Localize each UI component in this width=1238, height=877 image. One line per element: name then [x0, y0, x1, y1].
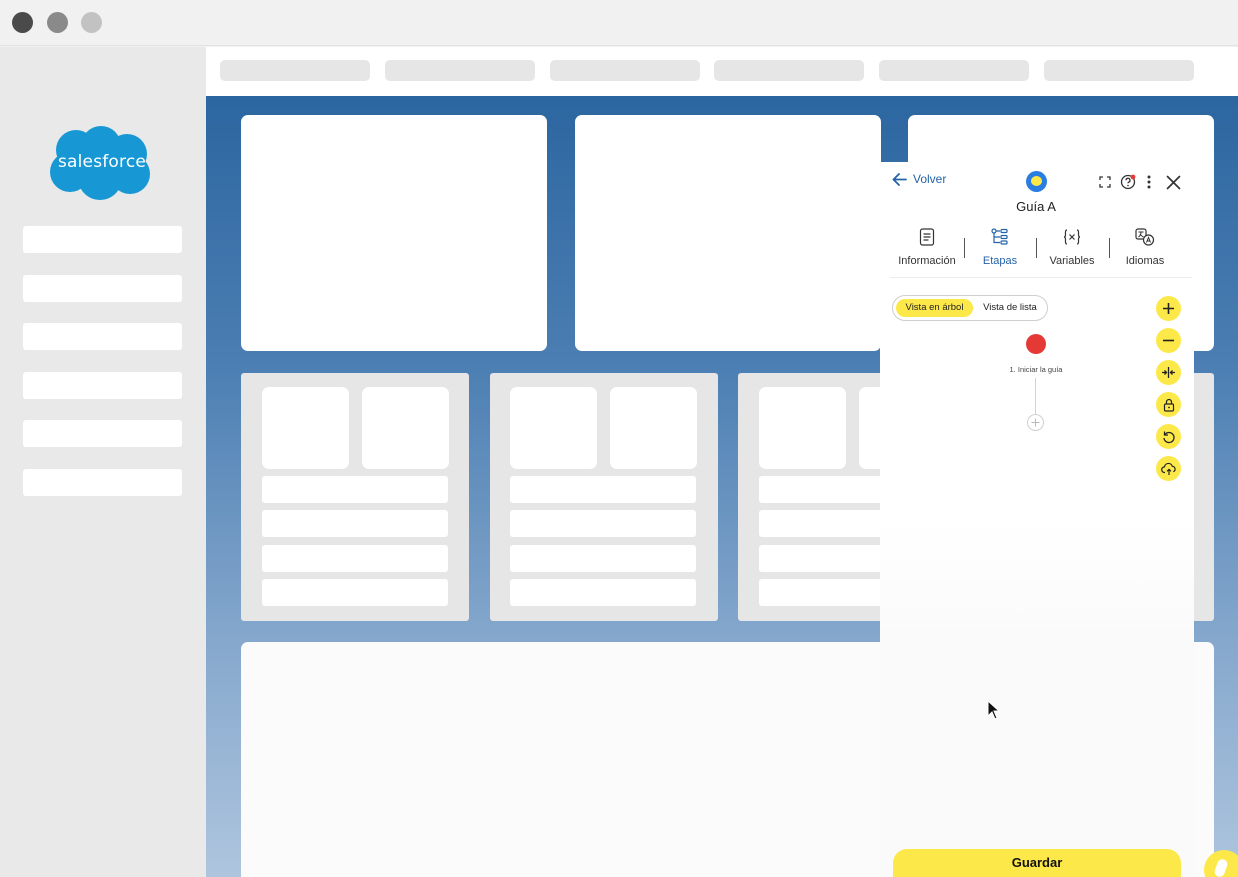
- widget-tile: [610, 387, 697, 469]
- tree-icon: [991, 228, 1008, 245]
- sidebar-item-placeholder[interactable]: [23, 372, 182, 399]
- guide-editor-panel: [880, 162, 1194, 877]
- step-node[interactable]: [1026, 334, 1046, 354]
- collapse-button[interactable]: [1156, 360, 1181, 385]
- cloud-upload-button[interactable]: [1156, 456, 1181, 481]
- expand-icon[interactable]: [1098, 173, 1112, 190]
- widget-card: [490, 373, 718, 621]
- tab-label: Información: [898, 255, 956, 267]
- salesforce-logo: salesforce: [48, 126, 156, 202]
- document-icon: [919, 228, 935, 246]
- list-view-button[interactable]: Vista de lista: [975, 299, 1045, 317]
- sidebar-item-placeholder[interactable]: [23, 323, 182, 350]
- undo-button[interactable]: [1156, 424, 1181, 449]
- view-toggle: Vista en árbol Vista de lista: [892, 295, 1048, 321]
- plus-icon: [1031, 418, 1040, 427]
- window-titlebar: [0, 0, 1238, 46]
- guide-logo-icon: [1026, 171, 1047, 192]
- guide-title: Guía A: [1016, 199, 1056, 214]
- widget-tile: [510, 387, 597, 469]
- mouse-cursor-icon: [987, 700, 1001, 720]
- back-button-label: Volver: [913, 172, 947, 186]
- widget-row: [262, 579, 448, 606]
- save-button[interactable]: Guardar: [893, 849, 1181, 877]
- sidebar-item-placeholder[interactable]: [23, 275, 182, 302]
- nav-item-placeholder[interactable]: [385, 60, 535, 81]
- widget-row: [510, 476, 696, 503]
- widget-row: [262, 545, 448, 572]
- widget-row: [510, 579, 696, 606]
- nav-item-placeholder[interactable]: [220, 60, 370, 81]
- tab-informacion[interactable]: Información: [891, 228, 963, 267]
- tabs-divider: [890, 277, 1192, 278]
- window-maximize-button[interactable]: [81, 12, 102, 33]
- top-navigation: [206, 47, 1238, 96]
- widget-card: [241, 373, 469, 621]
- widget-row: [510, 510, 696, 537]
- collapse-icon: [1162, 367, 1175, 378]
- back-button[interactable]: Volver: [892, 172, 946, 186]
- tab-label: Variables: [1049, 255, 1095, 267]
- salesforce-logo-text: salesforce: [57, 152, 147, 172]
- tab-idiomas[interactable]: Idiomas: [1109, 228, 1181, 267]
- nav-item-placeholder[interactable]: [550, 60, 700, 81]
- window-minimize-button[interactable]: [47, 12, 68, 33]
- step-label: 1. Iniciar la guía: [1009, 365, 1063, 374]
- content-card: [241, 115, 547, 351]
- lock-button[interactable]: [1156, 392, 1181, 417]
- tab-label: Etapas: [982, 255, 1018, 267]
- zoom-out-button[interactable]: [1156, 328, 1181, 353]
- nav-item-placeholder[interactable]: [1044, 60, 1194, 81]
- sidebar-item-placeholder[interactable]: [23, 420, 182, 447]
- window-close-button[interactable]: [12, 12, 33, 33]
- widget-tile: [759, 387, 846, 469]
- help-icon[interactable]: [1119, 173, 1137, 191]
- widget-row: [262, 476, 448, 503]
- widget-row: [262, 510, 448, 537]
- widget-tile: [262, 387, 349, 469]
- content-card: [575, 115, 881, 351]
- arrow-left-icon: [892, 172, 907, 186]
- lock-icon: [1163, 398, 1174, 412]
- languages-icon: [1135, 228, 1155, 246]
- widget-row: [510, 545, 696, 572]
- nav-item-placeholder[interactable]: [879, 60, 1029, 81]
- close-icon[interactable]: [1164, 173, 1182, 191]
- undo-icon: [1162, 431, 1175, 443]
- tab-variables[interactable]: Variables: [1036, 228, 1108, 267]
- zoom-out-icon: [1163, 339, 1174, 342]
- more-vert-icon[interactable]: [1144, 173, 1154, 191]
- zoom-in-icon: [1163, 303, 1174, 314]
- variables-icon: [1063, 229, 1081, 245]
- zoom-in-button[interactable]: [1156, 296, 1181, 321]
- tab-etapas[interactable]: Etapas: [964, 228, 1036, 267]
- tab-label: Idiomas: [1125, 255, 1165, 267]
- sidebar-item-placeholder[interactable]: [23, 469, 182, 496]
- nav-item-placeholder[interactable]: [714, 60, 864, 81]
- widget-tile: [362, 387, 449, 469]
- tree-view-button[interactable]: Vista en árbol: [896, 299, 973, 317]
- cloud-upload-icon: [1160, 462, 1176, 475]
- add-step-button[interactable]: [1027, 414, 1044, 431]
- sidebar-item-placeholder[interactable]: [23, 226, 182, 253]
- step-connector: [1035, 378, 1036, 414]
